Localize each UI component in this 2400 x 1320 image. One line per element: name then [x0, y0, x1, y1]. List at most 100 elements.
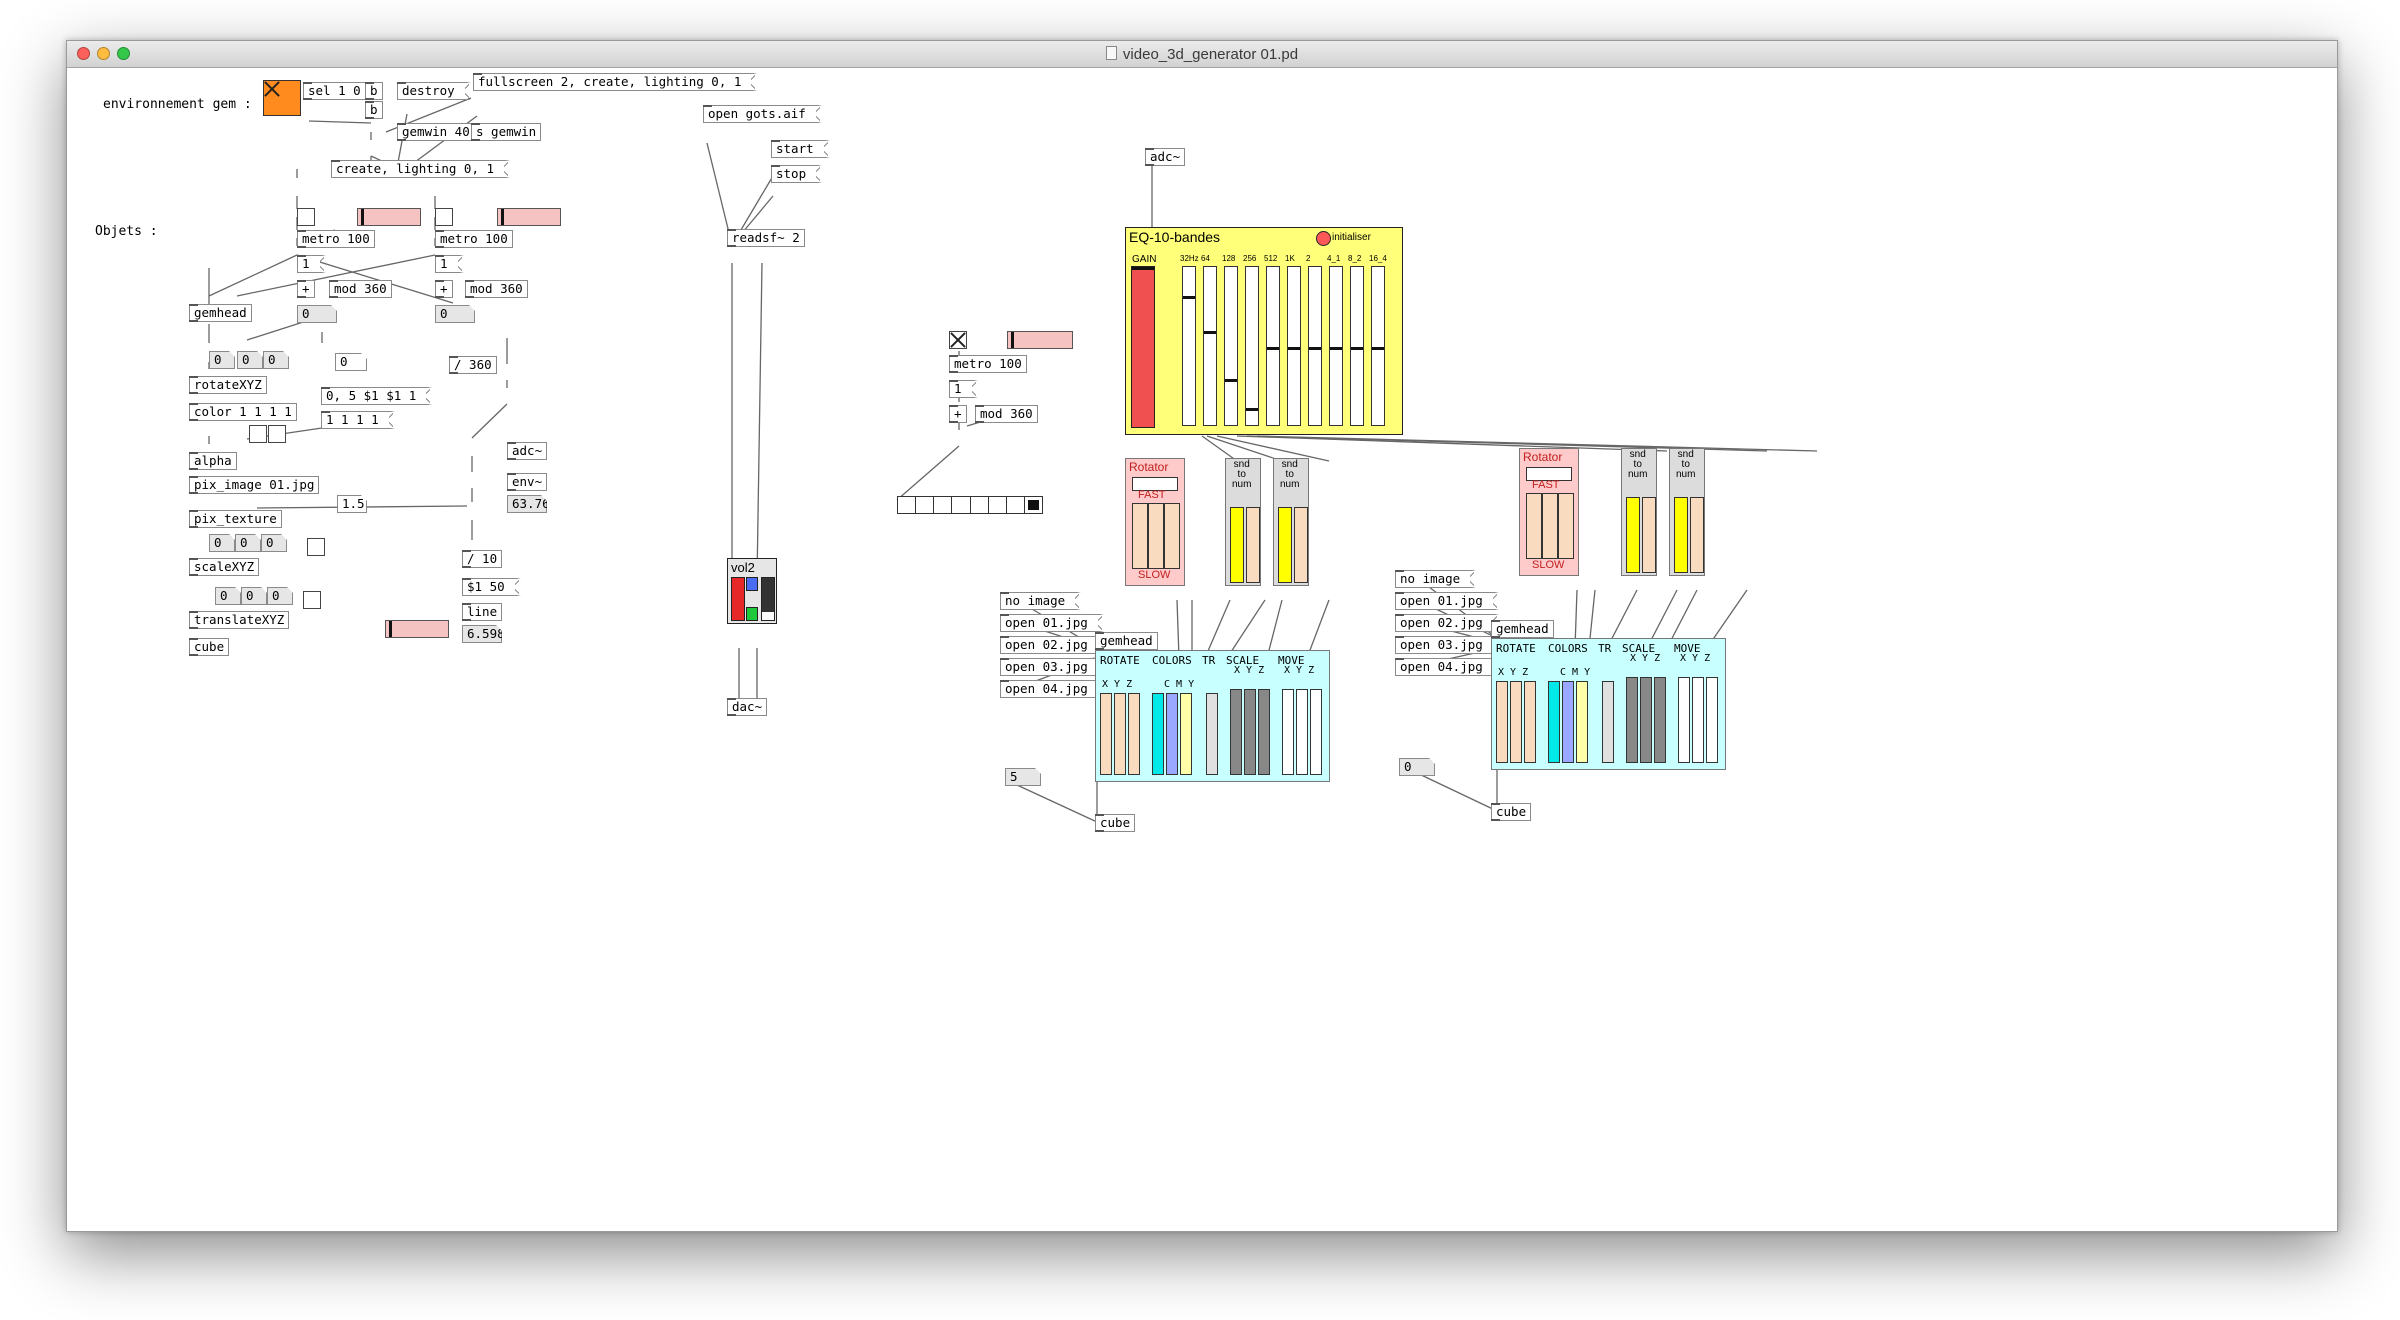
- obj-sel[interactable]: sel 1 0: [303, 82, 366, 100]
- obj-pix-texture[interactable]: pix_texture: [189, 510, 282, 528]
- obj-readsf[interactable]: readsf~ 2: [727, 229, 805, 247]
- msg-one-mid[interactable]: 1: [949, 380, 977, 398]
- obj-gemwin[interactable]: gemwin 40: [397, 123, 475, 141]
- msg-m1-open-02[interactable]: open 02.jpg: [1000, 636, 1104, 654]
- eq-band-slider[interactable]: [1203, 266, 1217, 426]
- snd-1b-meter[interactable]: [1278, 507, 1292, 583]
- obj-div360[interactable]: / 360: [449, 356, 497, 374]
- obj-pix-image[interactable]: pix_image 01.jpg: [189, 476, 320, 494]
- msg-destroy[interactable]: destroy: [397, 82, 471, 100]
- num-trans-z[interactable]: 0: [267, 587, 293, 605]
- obj-alpha[interactable]: alpha: [189, 452, 237, 470]
- msg-m2-open-03[interactable]: open 03.jpg: [1395, 636, 1499, 654]
- msg-m2-open-02[interactable]: open 02.jpg: [1395, 614, 1499, 632]
- toggle-color-2[interactable]: [268, 425, 286, 443]
- obj-gemhead[interactable]: gemhead: [189, 304, 252, 322]
- control-slider[interactable]: [1282, 689, 1294, 775]
- obj-plus-a[interactable]: +: [297, 280, 315, 298]
- hslider-a[interactable]: [357, 208, 421, 226]
- eq-band-slider[interactable]: [1245, 266, 1259, 426]
- control-slider[interactable]: [1626, 677, 1638, 763]
- control-slider[interactable]: [1654, 677, 1666, 763]
- msg-m2-open-04[interactable]: open 04.jpg: [1395, 658, 1499, 676]
- toggle-a[interactable]: [297, 208, 315, 226]
- obj-m1-cube[interactable]: cube: [1095, 814, 1136, 832]
- title-bar[interactable]: video_3d_generator 01.pd: [67, 41, 2337, 68]
- obj-m2-gemhead[interactable]: gemhead: [1491, 620, 1554, 638]
- num-c[interactable]: 0: [335, 353, 367, 371]
- obj-mod-a[interactable]: mod 360: [329, 280, 392, 298]
- eq-band-slider[interactable]: [1371, 266, 1385, 426]
- control-slider[interactable]: [1678, 677, 1690, 763]
- obj-line[interactable]: line: [462, 603, 503, 621]
- obj-bang-2[interactable]: b: [365, 101, 383, 119]
- msg-fullscreen[interactable]: fullscreen 2, create, lighting 0, 1: [473, 73, 758, 91]
- snd-1a-meter[interactable]: [1230, 507, 1244, 583]
- control-slider[interactable]: [1206, 693, 1218, 775]
- eq-gain-slider[interactable]: [1131, 266, 1155, 428]
- obj-adc-eq[interactable]: adc~: [1145, 148, 1186, 166]
- num-1-5[interactable]: 1.5: [337, 495, 367, 513]
- num-m2-0[interactable]: 0: [1399, 758, 1435, 776]
- num-rot-z[interactable]: 0: [263, 351, 289, 369]
- obj-mod-mid[interactable]: mod 360: [975, 405, 1038, 423]
- num-env[interactable]: 63.76: [507, 495, 547, 513]
- rotator-2-slider-z[interactable]: [1558, 493, 1574, 559]
- msg-m2-open-01[interactable]: open 01.jpg: [1395, 592, 1499, 610]
- msg-color-2[interactable]: 1 1 1 1: [321, 411, 395, 429]
- msg-m1-open-01[interactable]: open 01.jpg: [1000, 614, 1104, 632]
- msg-open-aif[interactable]: open gots.aif: [703, 105, 822, 123]
- control-slider[interactable]: [1152, 693, 1164, 775]
- rotator-2-slider-y[interactable]: [1542, 493, 1558, 559]
- control-slider[interactable]: [1524, 681, 1536, 763]
- hslider-trans[interactable]: [385, 620, 449, 638]
- eq-band-slider[interactable]: [1266, 266, 1280, 426]
- control-slider[interactable]: [1640, 677, 1652, 763]
- obj-color[interactable]: color 1 1 1 1: [189, 403, 297, 421]
- obj-env[interactable]: env~: [507, 473, 548, 491]
- obj-bang-1[interactable]: b: [365, 82, 383, 100]
- control-slider[interactable]: [1510, 681, 1522, 763]
- control-slider[interactable]: [1244, 689, 1256, 775]
- msg-m1-open-03[interactable]: open 03.jpg: [1000, 658, 1104, 676]
- control-slider[interactable]: [1114, 693, 1126, 775]
- obj-m2-cube[interactable]: cube: [1491, 803, 1532, 821]
- toggle-scale[interactable]: [307, 538, 325, 556]
- obj-dac[interactable]: dac~: [727, 698, 768, 716]
- toggle-color-1[interactable]: [249, 425, 267, 443]
- obj-s-gemwin[interactable]: s gemwin: [471, 123, 542, 141]
- control-slider[interactable]: [1548, 681, 1560, 763]
- obj-metro-b[interactable]: metro 100: [435, 230, 513, 248]
- snd-2b-slider[interactable]: [1690, 497, 1704, 573]
- num-rot-y[interactable]: 0: [237, 351, 263, 369]
- eq-band-slider[interactable]: [1308, 266, 1322, 426]
- eq-band-slider[interactable]: [1350, 266, 1364, 426]
- num-a[interactable]: 0: [297, 305, 337, 323]
- rotator-2-slider-x[interactable]: [1526, 493, 1542, 559]
- obj-metro-a[interactable]: metro 100: [297, 230, 375, 248]
- radio-h[interactable]: [897, 496, 1043, 514]
- vol2-right-meter[interactable]: [761, 577, 775, 621]
- num-trans-y[interactable]: 0: [241, 587, 267, 605]
- rotator-1-slider-y[interactable]: [1148, 503, 1164, 569]
- msg-m1-no-image[interactable]: no image: [1000, 592, 1082, 610]
- snd-1b-slider[interactable]: [1294, 507, 1308, 583]
- msg-m1-open-04[interactable]: open 04.jpg: [1000, 680, 1104, 698]
- control-slider[interactable]: [1496, 681, 1508, 763]
- hslider-metro[interactable]: [1007, 331, 1073, 349]
- obj-adc-1[interactable]: adc~: [507, 442, 548, 460]
- eq-band-slider[interactable]: [1182, 266, 1196, 426]
- control-slider[interactable]: [1258, 689, 1270, 775]
- control-slider[interactable]: [1180, 693, 1192, 775]
- num-rot-x[interactable]: 0: [209, 351, 235, 369]
- eq-init-bang[interactable]: [1316, 231, 1331, 246]
- toggle-metro[interactable]: [949, 331, 967, 349]
- gem-toggle[interactable]: [263, 80, 301, 116]
- patch-canvas[interactable]: environnement gem : Objets : sel 1 0 b b…: [67, 68, 2337, 1231]
- toggle-b[interactable]: [435, 208, 453, 226]
- obj-rotatexyz[interactable]: rotateXYZ: [189, 376, 267, 394]
- control-slider[interactable]: [1562, 681, 1574, 763]
- num-trans-x[interactable]: 0: [215, 587, 241, 605]
- rotator-1-slider-z[interactable]: [1164, 503, 1180, 569]
- msg-start[interactable]: start: [771, 140, 830, 158]
